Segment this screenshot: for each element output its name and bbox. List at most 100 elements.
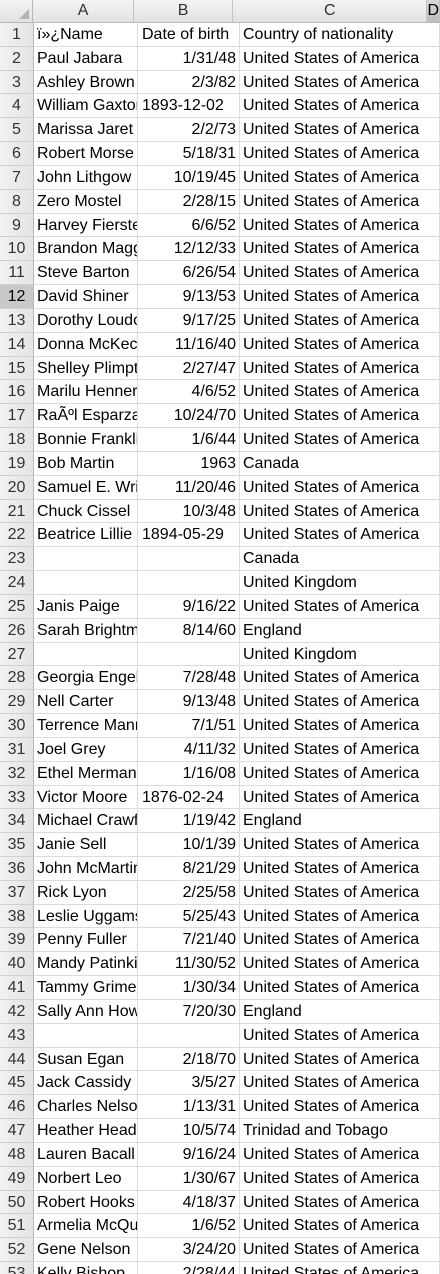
cell-name[interactable]: Bonnie Franklin <box>34 428 138 452</box>
row-header[interactable]: 20 <box>0 475 34 500</box>
cell-country[interactable]: United States of America <box>240 690 440 715</box>
cell-country[interactable]: United States of America <box>240 1095 440 1120</box>
cell-name[interactable]: Heather Headley <box>34 1119 138 1143</box>
cell-date-of-birth[interactable]: 9/13/48 <box>138 690 240 715</box>
cell-date-of-birth[interactable]: 2/18/70 <box>138 1047 240 1072</box>
cell-country[interactable]: United States of America <box>240 285 440 309</box>
cell-country[interactable]: United States of America <box>240 1047 440 1072</box>
cell-date-of-birth[interactable]: 1894-05-29 <box>138 523 240 548</box>
cell-date-of-birth[interactable]: 7/1/51 <box>138 714 240 738</box>
cell-country[interactable]: Country of nationality <box>240 23 440 47</box>
cell-name[interactable] <box>34 1023 138 1048</box>
cell-name[interactable]: Marilu Henner <box>34 380 138 405</box>
row-header[interactable]: 35 <box>0 833 34 857</box>
row-header[interactable]: 26 <box>0 618 34 643</box>
cell-date-of-birth[interactable]: 3/5/27 <box>138 1071 240 1096</box>
cell-country[interactable]: United States of America <box>240 165 440 190</box>
cell-name[interactable]: Terrence Mann <box>34 714 138 738</box>
row-header[interactable]: 22 <box>0 523 34 548</box>
cell-name[interactable]: Robert Hooks <box>34 1190 138 1215</box>
row-header[interactable]: 36 <box>0 856 34 881</box>
cell-date-of-birth[interactable] <box>138 571 240 595</box>
cell-date-of-birth[interactable]: 10/1/39 <box>138 833 240 857</box>
column-header-d[interactable]: D <box>427 0 440 22</box>
cell-country[interactable]: Canada <box>240 451 440 476</box>
cell-country[interactable]: United States of America <box>240 356 440 381</box>
cell-name[interactable]: Ethel Merman <box>34 761 138 786</box>
row-header[interactable]: 21 <box>0 499 34 524</box>
cell-country[interactable]: United States of America <box>240 499 440 524</box>
cell-country[interactable]: United States of America <box>240 261 440 286</box>
cell-name[interactable]: Kelly Bishop <box>34 1262 138 1274</box>
cell-country[interactable]: United States of America <box>240 308 440 333</box>
row-header[interactable]: 33 <box>0 785 34 810</box>
cell-country[interactable]: United States of America <box>240 70 440 95</box>
cell-name[interactable] <box>34 642 138 667</box>
row-header[interactable]: 37 <box>0 880 34 905</box>
cell-country[interactable]: United States of America <box>240 928 440 953</box>
cell-name[interactable]: Lauren Bacall <box>34 1142 138 1167</box>
row-header[interactable]: 1 <box>0 23 34 47</box>
cell-name[interactable]: Sally Ann Howes <box>34 999 138 1024</box>
cell-date-of-birth[interactable]: 11/20/46 <box>138 475 240 500</box>
row-header[interactable]: 46 <box>0 1095 34 1120</box>
row-header[interactable]: 49 <box>0 1166 34 1191</box>
cell-date-of-birth[interactable]: 1/19/42 <box>138 809 240 834</box>
cell-name[interactable]: Nell Carter <box>34 690 138 715</box>
cell-date-of-birth[interactable]: 1893-12-02 <box>138 94 240 119</box>
cell-name[interactable]: ï»¿Name <box>34 23 138 47</box>
cell-date-of-birth[interactable]: 2/28/44 <box>138 1262 240 1274</box>
row-header[interactable]: 15 <box>0 356 34 381</box>
cell-date-of-birth[interactable]: 4/18/37 <box>138 1190 240 1215</box>
cell-name[interactable]: Susan Egan <box>34 1047 138 1072</box>
cell-country[interactable]: United States of America <box>240 118 440 143</box>
cell-date-of-birth[interactable]: 7/20/30 <box>138 999 240 1024</box>
row-header[interactable]: 5 <box>0 118 34 143</box>
cell-country[interactable]: United States of America <box>240 332 440 357</box>
cell-date-of-birth[interactable] <box>138 642 240 667</box>
cell-date-of-birth[interactable]: 5/25/43 <box>138 904 240 929</box>
cell-date-of-birth[interactable]: 11/16/40 <box>138 332 240 357</box>
row-header[interactable]: 53 <box>0 1262 34 1274</box>
row-header[interactable]: 31 <box>0 737 34 762</box>
row-header[interactable]: 10 <box>0 237 34 262</box>
cell-name[interactable]: Bob Martin <box>34 451 138 476</box>
cell-name[interactable]: Jack Cassidy <box>34 1071 138 1096</box>
cell-name[interactable]: Zero Mostel <box>34 189 138 214</box>
cell-country[interactable]: United States of America <box>240 189 440 214</box>
cell-name[interactable]: Armelia McQueen <box>34 1214 138 1239</box>
cell-name[interactable]: Brandon Maggart <box>34 237 138 262</box>
row-header[interactable]: 16 <box>0 380 34 405</box>
cell-date-of-birth[interactable]: 2/28/15 <box>138 189 240 214</box>
cell-country[interactable]: United States of America <box>240 856 440 881</box>
cell-date-of-birth[interactable]: 2/2/73 <box>138 118 240 143</box>
cell-country[interactable]: United States of America <box>240 404 440 429</box>
row-header[interactable]: 41 <box>0 976 34 1000</box>
cell-name[interactable] <box>34 571 138 595</box>
cell-name[interactable]: Shelley Plimpton <box>34 356 138 381</box>
row-header[interactable]: 30 <box>0 714 34 738</box>
column-header-b[interactable]: B <box>134 0 234 22</box>
cell-country[interactable]: United States of America <box>240 1262 440 1274</box>
cell-country[interactable]: United States of America <box>240 428 440 452</box>
cell-name[interactable]: Tammy Grimes <box>34 976 138 1000</box>
cell-country[interactable]: United States of America <box>240 1238 440 1263</box>
cell-name[interactable]: Charles Nelson <box>34 1095 138 1120</box>
cell-name[interactable]: Norbert Leo <box>34 1166 138 1191</box>
row-header[interactable]: 34 <box>0 809 34 834</box>
row-header[interactable]: 52 <box>0 1238 34 1263</box>
cell-date-of-birth[interactable]: 12/12/33 <box>138 237 240 262</box>
row-header[interactable]: 48 <box>0 1142 34 1167</box>
cell-date-of-birth[interactable]: 3/24/20 <box>138 1238 240 1263</box>
cell-name[interactable]: Paul Jabara <box>34 46 138 71</box>
row-header[interactable]: 42 <box>0 999 34 1024</box>
row-header[interactable]: 6 <box>0 142 34 166</box>
row-header[interactable]: 40 <box>0 952 34 977</box>
cell-country[interactable]: England <box>240 999 440 1024</box>
cell-name[interactable]: Beatrice Lillie <box>34 523 138 548</box>
cell-date-of-birth[interactable]: 9/16/24 <box>138 1142 240 1167</box>
cell-date-of-birth[interactable]: 7/21/40 <box>138 928 240 953</box>
cell-name[interactable]: William Gaxton <box>34 94 138 119</box>
row-header[interactable]: 23 <box>0 547 34 572</box>
cell-date-of-birth[interactable]: 10/24/70 <box>138 404 240 429</box>
